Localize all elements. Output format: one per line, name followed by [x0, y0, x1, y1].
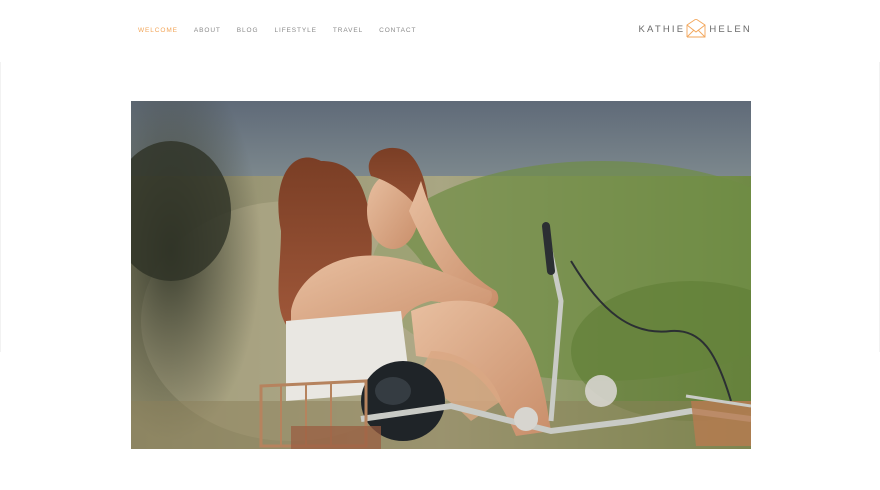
page: WELCOME ABOUT BLOG LIFESTYLE TRAVEL CONT… [0, 0, 880, 490]
envelope-icon [685, 18, 707, 39]
nav-item-contact[interactable]: CONTACT [379, 27, 416, 34]
logo-last-name: HELEN [709, 23, 752, 35]
site-logo[interactable]: KATHIE HELEN [639, 18, 753, 40]
nav-item-travel[interactable]: TRAVEL [333, 27, 363, 34]
nav-item-lifestyle[interactable]: LIFESTYLE [274, 27, 316, 34]
hero-photo [131, 101, 751, 449]
left-divider [0, 62, 1, 352]
main-navigation: WELCOME ABOUT BLOG LIFESTYLE TRAVEL CONT… [138, 27, 432, 34]
nav-item-welcome[interactable]: WELCOME [138, 27, 178, 34]
nav-item-blog[interactable]: BLOG [237, 27, 259, 34]
logo-first-name: KATHIE [638, 23, 686, 35]
nav-item-about[interactable]: ABOUT [194, 27, 221, 34]
